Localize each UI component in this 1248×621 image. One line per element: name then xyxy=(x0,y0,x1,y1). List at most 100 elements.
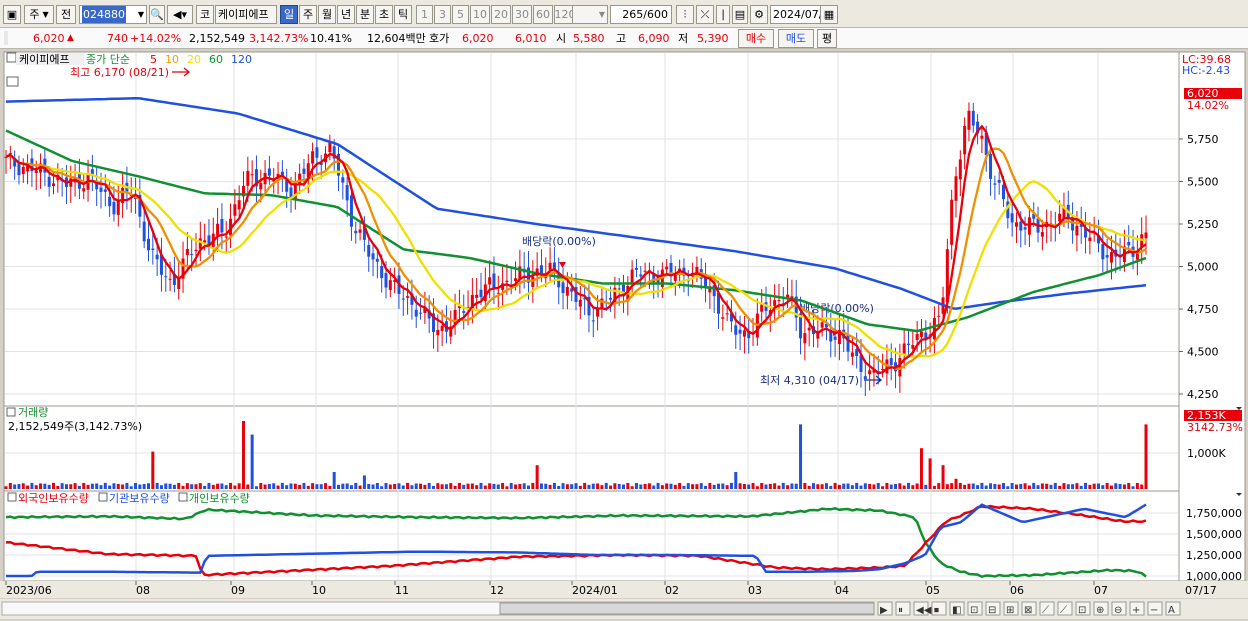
search-icon[interactable]: 🔍 xyxy=(149,5,165,24)
volume-bar xyxy=(1118,483,1122,489)
holdings-legend-icon[interactable] xyxy=(98,492,108,502)
panel-menu-icon[interactable] xyxy=(6,52,17,63)
candle-body xyxy=(103,189,107,192)
period-button-6[interactable]: 틱 xyxy=(394,5,412,24)
candle-body xyxy=(997,179,1001,183)
volume-bar xyxy=(613,483,617,489)
volume-bar xyxy=(678,482,682,489)
volume-bar xyxy=(121,484,125,489)
volume-menu-icon[interactable] xyxy=(6,407,16,417)
interval-dropdown[interactable]: ▼ xyxy=(572,5,608,24)
period-button-1[interactable]: 주 xyxy=(299,5,317,24)
chart-type-icon[interactable]: ⤫ xyxy=(696,5,714,24)
candle-body xyxy=(436,329,440,336)
volume-bar xyxy=(1079,485,1083,489)
settings-gear-icon[interactable]: ⚙ xyxy=(750,5,768,24)
holdings-y-tick: 1,500,000 xyxy=(1186,528,1242,541)
volume-bar xyxy=(794,483,798,489)
volume-bar xyxy=(565,484,569,489)
candle-body xyxy=(1014,222,1018,227)
stock-chart[interactable]: 케이피에프 종가 단순 5 10 20 60 120 최고 6,170 (08/21) … xyxy=(0,50,1248,621)
volume-bar xyxy=(639,484,643,489)
window-icon[interactable]: ▣ xyxy=(3,5,21,24)
interval-button-0[interactable]: 1 xyxy=(416,5,433,24)
volume-bar xyxy=(345,483,349,489)
count-input[interactable]: 265/600 xyxy=(610,5,672,24)
volume-bar xyxy=(423,484,427,489)
evaluate-button[interactable]: 평 xyxy=(817,29,837,48)
sell-button[interactable]: 매도 xyxy=(778,29,814,48)
volume-bar xyxy=(708,482,712,489)
calendar-icon[interactable]: ▦ xyxy=(820,5,838,24)
volume-bar xyxy=(531,482,535,489)
volume-bar xyxy=(1135,482,1139,489)
zoom-out-icon: ⊖ xyxy=(1114,605,1122,616)
candle-body xyxy=(388,280,392,290)
candle-body xyxy=(539,265,543,274)
high-price: 6,090 xyxy=(638,32,670,45)
candle-body xyxy=(937,315,941,317)
candle-body xyxy=(21,166,25,175)
volume-bar xyxy=(449,483,453,489)
holdings-panel[interactable] xyxy=(3,490,1180,582)
buy-button[interactable]: 매수 xyxy=(738,29,774,48)
speaker-icon[interactable]: ◀▾ xyxy=(167,5,193,24)
volume-bar xyxy=(263,484,267,489)
scrollbar-thumb[interactable] xyxy=(499,602,875,615)
volume-bar xyxy=(349,485,353,489)
period-button-0[interactable]: 일 xyxy=(280,5,298,24)
play-icon: ▶ xyxy=(880,605,888,616)
x-axis-label: 02 xyxy=(665,584,679,597)
holdings-legend-icon[interactable] xyxy=(178,492,188,502)
last-pct: 14.02% xyxy=(1187,99,1229,112)
prev-button[interactable]: 전 xyxy=(56,5,76,24)
interval-button-5[interactable]: 30 xyxy=(512,5,532,24)
market-select[interactable]: 주 ▼ xyxy=(24,5,54,24)
interval-button-2[interactable]: 5 xyxy=(452,5,469,24)
candle-icon[interactable]: ⫶ xyxy=(676,5,694,24)
period-button-2[interactable]: 월 xyxy=(318,5,336,24)
interval-button-1[interactable]: 3 xyxy=(434,5,451,24)
volume-bar xyxy=(470,483,474,489)
volume-bar xyxy=(116,483,120,489)
volume-bar xyxy=(397,483,401,489)
period-button-3[interactable]: 년 xyxy=(337,5,355,24)
volume-bar xyxy=(457,482,461,489)
candle-body xyxy=(406,296,410,298)
candle-body xyxy=(492,273,496,288)
volume-bar xyxy=(1114,483,1118,489)
volume-bar xyxy=(293,483,297,489)
interval-button-3[interactable]: 10 xyxy=(470,5,490,24)
candle-body xyxy=(250,174,254,176)
interval-button-6[interactable]: 60 xyxy=(533,5,553,24)
volume-bar xyxy=(997,484,1001,489)
volume-bar xyxy=(505,486,509,489)
volume-panel[interactable] xyxy=(3,405,1180,492)
candle-body xyxy=(112,201,116,215)
volume-bar xyxy=(324,483,328,489)
code-prefix-button[interactable]: 코 xyxy=(196,5,214,24)
candle-body xyxy=(721,317,725,319)
volume-bar xyxy=(406,482,410,489)
volume-bar xyxy=(341,483,345,489)
holdings-legend-icon[interactable] xyxy=(7,492,17,502)
candle-body xyxy=(224,236,228,238)
candle-body xyxy=(734,325,738,335)
volume-bar xyxy=(4,486,8,489)
volume-bar xyxy=(1002,483,1005,489)
volume-bar xyxy=(924,484,928,489)
interval-button-4[interactable]: 20 xyxy=(491,5,511,24)
candle-body xyxy=(561,282,565,294)
candle-body xyxy=(246,170,250,186)
save-icon[interactable]: ▤ xyxy=(732,5,748,24)
volume-bar xyxy=(634,482,638,489)
ma-legend-5: 5 xyxy=(150,53,157,66)
pin-icon[interactable]: ∣ xyxy=(716,5,730,24)
stock-code-input[interactable]: 024880 ▼ xyxy=(79,5,147,24)
panel-table-icon[interactable] xyxy=(6,76,19,87)
period-button-4[interactable]: 분 xyxy=(356,5,374,24)
volume-bar xyxy=(302,482,306,489)
volume-bar xyxy=(755,486,759,489)
volume-bar xyxy=(444,484,448,489)
period-button-5[interactable]: 초 xyxy=(375,5,393,24)
